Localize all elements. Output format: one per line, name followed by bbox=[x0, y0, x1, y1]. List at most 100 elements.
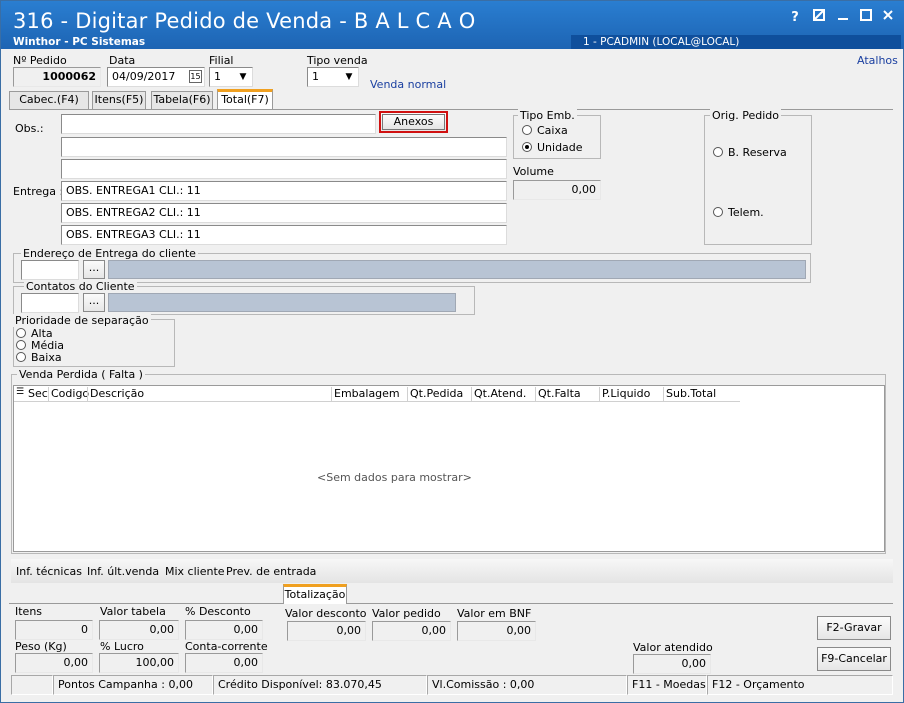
link-inf-tecnicas[interactable]: Inf. técnicas bbox=[16, 565, 82, 578]
pct-desconto-field: 0,00 bbox=[185, 620, 263, 640]
title-bar: 316 - Digitar Pedido de Venda - B A L C … bbox=[1, 1, 904, 49]
user-info: 1 - PCADMIN (LOCAL@LOCAL) bbox=[571, 35, 901, 49]
endereco-lookup-button[interactable]: ... bbox=[83, 260, 105, 279]
filial-label: Filial bbox=[209, 54, 234, 67]
grid-header: ☰ Sec Codigo Descrição Embalagem Qt.Pedi… bbox=[14, 386, 740, 402]
radio-dot-selected bbox=[522, 142, 532, 152]
status-comissao: Vl.Comissão : 0,00 bbox=[427, 675, 627, 695]
orig-pedido-title: Orig. Pedido bbox=[710, 109, 781, 122]
col-divider bbox=[48, 387, 49, 401]
radio-telem[interactable]: Telem. bbox=[713, 206, 764, 219]
link-inf-ult-venda[interactable]: Inf. últ.venda bbox=[87, 565, 159, 578]
entrega-field-1[interactable]: OBS. ENTREGA1 CLI.: 11 bbox=[61, 181, 507, 201]
col-sub-total[interactable]: Sub.Total bbox=[666, 387, 716, 400]
radio-unidade[interactable]: Unidade bbox=[522, 141, 583, 154]
pedido-field: 1000062 bbox=[13, 67, 101, 87]
contatos-desc-field bbox=[108, 293, 456, 312]
valor-desconto-field: 0,00 bbox=[287, 621, 366, 641]
col-sec[interactable]: Sec bbox=[28, 387, 48, 400]
anexos-button-frame[interactable]: Anexos bbox=[379, 111, 448, 133]
minimize-icon[interactable] bbox=[834, 9, 852, 27]
data-field[interactable]: 04/09/2017 15 bbox=[107, 67, 205, 87]
status-pontos: Pontos Campanha : 0,00 bbox=[53, 675, 213, 695]
radio-dot bbox=[713, 147, 723, 157]
col-divider bbox=[331, 387, 332, 401]
filial-select[interactable]: 1 ▼ bbox=[209, 67, 253, 87]
venda-perdida-grid[interactable] bbox=[13, 385, 885, 552]
data-label: Data bbox=[109, 54, 136, 67]
valor-atendido-label: Valor atendido bbox=[633, 641, 713, 654]
col-codigo[interactable]: Codigo bbox=[51, 387, 89, 400]
col-descricao[interactable]: Descrição bbox=[90, 387, 144, 400]
contatos-code-field[interactable] bbox=[21, 293, 79, 313]
contatos-lookup-button[interactable]: ... bbox=[83, 293, 105, 312]
entrega-field-3[interactable]: OBS. ENTREGA3 CLI.: 11 bbox=[61, 225, 507, 245]
valor-tabela-field: 0,00 bbox=[99, 620, 179, 640]
contatos-title: Contatos do Cliente bbox=[24, 280, 137, 293]
status-cell-empty bbox=[11, 675, 53, 695]
col-divider bbox=[599, 387, 600, 401]
restore-icon[interactable] bbox=[810, 9, 828, 27]
col-embalagem[interactable]: Embalagem bbox=[334, 387, 400, 400]
radio-unidade-label: Unidade bbox=[537, 141, 583, 154]
cancelar-button[interactable]: F9-Cancelar bbox=[817, 647, 891, 671]
peso-field: 0,00 bbox=[15, 653, 93, 673]
obs-field-3[interactable] bbox=[61, 159, 507, 179]
obs-field-2[interactable] bbox=[61, 137, 507, 157]
obs-field-1[interactable] bbox=[61, 114, 376, 134]
valor-bnf-label: Valor em BNF bbox=[457, 607, 532, 620]
tab-tabela[interactable]: Tabela(F6) bbox=[151, 91, 213, 109]
radio-baixa[interactable]: Baixa bbox=[16, 351, 62, 364]
chevron-down-icon: ▼ bbox=[345, 72, 353, 82]
tab-cabec[interactable]: Cabec.(F4) bbox=[9, 91, 89, 109]
radio-caixa[interactable]: Caixa bbox=[522, 124, 568, 137]
radio-dot bbox=[16, 328, 26, 338]
close-icon[interactable] bbox=[879, 9, 897, 27]
gravar-button[interactable]: F2-Gravar bbox=[817, 616, 891, 640]
totalizacao-divider bbox=[9, 603, 893, 604]
endereco-desc-field bbox=[108, 260, 806, 279]
tab-itens[interactable]: Itens(F5) bbox=[92, 91, 146, 109]
col-qt-pedida[interactable]: Qt.Pedida bbox=[410, 387, 463, 400]
pct-lucro-field: 100,00 bbox=[99, 653, 179, 673]
col-qt-atend[interactable]: Qt.Atend. bbox=[474, 387, 526, 400]
entrega-field-2[interactable]: OBS. ENTREGA2 CLI.: 11 bbox=[61, 203, 507, 223]
itens-label: Itens bbox=[15, 605, 43, 618]
endereco-code-field[interactable] bbox=[21, 260, 79, 280]
entrega-label: Entrega : bbox=[13, 185, 64, 198]
calendar-icon[interactable]: 15 bbox=[189, 70, 202, 83]
pedido-label: Nº Pedido bbox=[13, 54, 67, 67]
help-button[interactable]: ? bbox=[786, 9, 804, 27]
tab-total[interactable]: Total(F7) bbox=[217, 89, 273, 109]
radio-dot bbox=[713, 207, 723, 217]
main-window: 316 - Digitar Pedido de Venda - B A L C … bbox=[0, 0, 904, 703]
anexos-button[interactable]: Anexos bbox=[382, 114, 445, 130]
link-prev-entrada[interactable]: Prev. de entrada bbox=[226, 565, 316, 578]
radio-baixa-label: Baixa bbox=[31, 351, 62, 364]
peso-label: Peso (Kg) bbox=[15, 640, 67, 653]
conta-corrente-field: 0,00 bbox=[185, 653, 263, 673]
col-divider bbox=[535, 387, 536, 401]
radio-caixa-label: Caixa bbox=[537, 124, 568, 137]
tipo-venda-select[interactable]: 1 ▼ bbox=[307, 67, 359, 87]
radio-b-reserva[interactable]: B. Reserva bbox=[713, 146, 787, 159]
volume-field: 0,00 bbox=[513, 180, 601, 200]
window-title: 316 - Digitar Pedido de Venda - B A L C … bbox=[13, 9, 476, 33]
status-orcamento[interactable]: F12 - Orçamento bbox=[707, 675, 893, 695]
prioridade-title: Prioridade de separação bbox=[13, 314, 151, 327]
col-p-liquido[interactable]: P.Liquido bbox=[602, 387, 650, 400]
tab-totalizacao[interactable]: Totalização bbox=[283, 584, 347, 604]
tipo-venda-label: Tipo venda bbox=[307, 54, 368, 67]
grid-empty-text: <Sem dados para mostrar> bbox=[317, 471, 472, 484]
volume-label: Volume bbox=[513, 165, 554, 178]
atalhos-link[interactable]: Atalhos bbox=[857, 54, 898, 67]
status-moedas[interactable]: F11 - Moedas bbox=[627, 675, 707, 695]
grid-menu-icon[interactable]: ☰ bbox=[16, 387, 24, 397]
maximize-icon[interactable] bbox=[857, 9, 875, 27]
pct-desconto-label: % Desconto bbox=[185, 605, 251, 618]
radio-dot bbox=[522, 125, 532, 135]
filial-value: 1 bbox=[214, 70, 221, 83]
col-qt-falta[interactable]: Qt.Falta bbox=[538, 387, 581, 400]
link-mix-cliente[interactable]: Mix cliente bbox=[165, 565, 225, 578]
radio-telem-label: Telem. bbox=[728, 206, 764, 219]
